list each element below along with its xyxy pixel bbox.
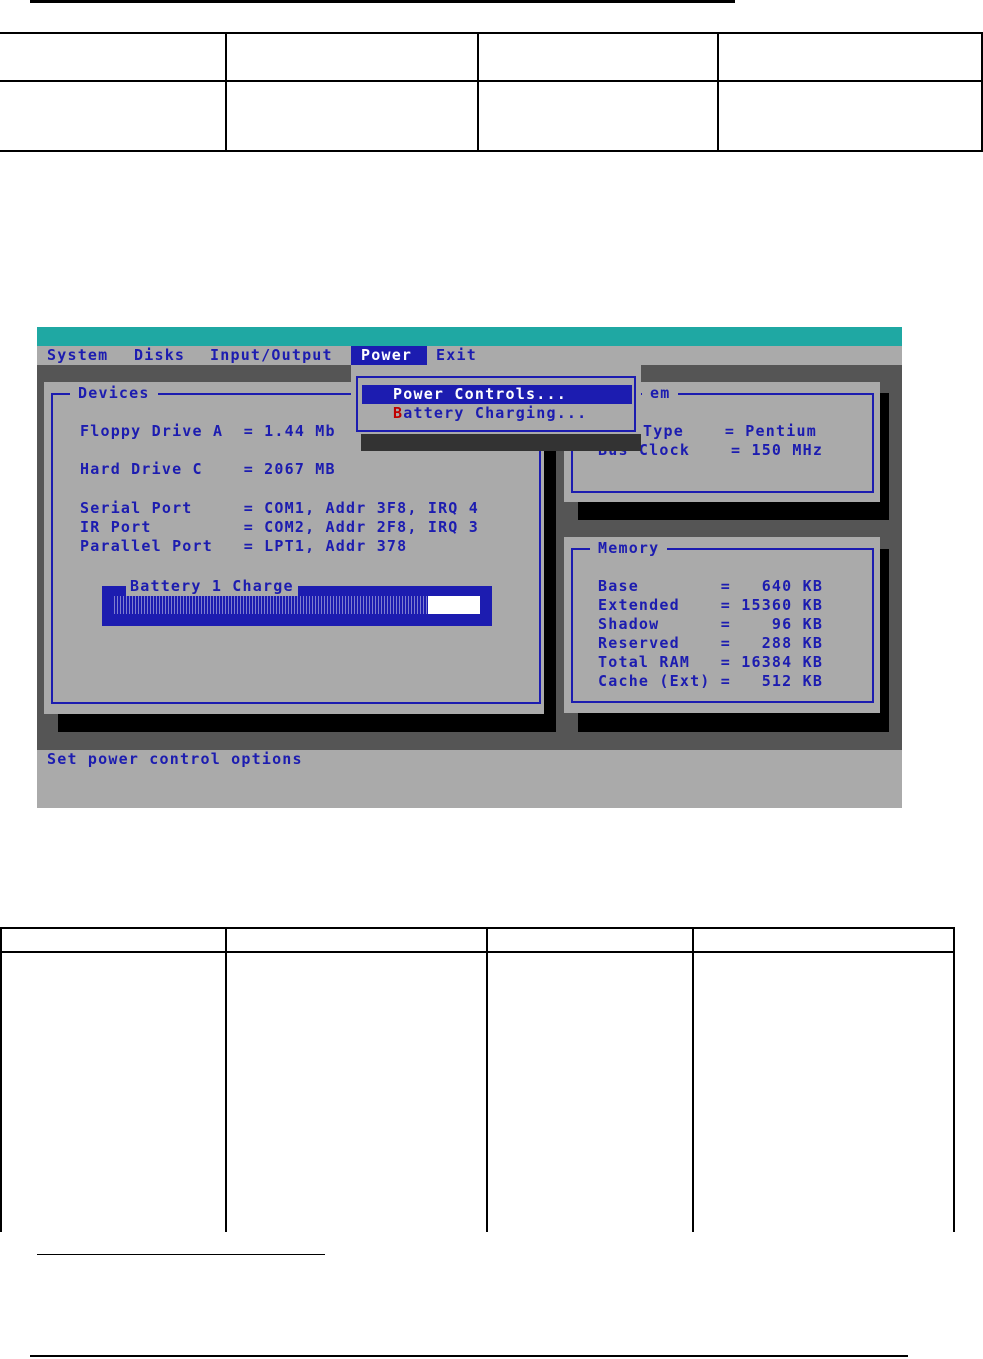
bios-setup-screenshot: System Disks Input/Output Power Exit Dev… bbox=[37, 327, 902, 808]
memory-row: Base = 640 KB bbox=[598, 577, 824, 595]
device-row: Floppy Drive A = 1.44 Mb bbox=[80, 422, 336, 440]
title-bar bbox=[37, 327, 902, 346]
memory-row: Cache (Ext) = 512 KB bbox=[598, 672, 824, 690]
memory-title: Memory bbox=[590, 539, 668, 558]
menu-input-output[interactable]: Input/Output bbox=[210, 346, 333, 365]
power-dropdown: Power Controls... Battery Charging... bbox=[351, 365, 641, 434]
devices-title: Devices bbox=[70, 384, 158, 403]
dropdown-shadow bbox=[361, 434, 641, 451]
menu-disks[interactable]: Disks bbox=[134, 346, 185, 365]
memory-row: Shadow = 96 KB bbox=[598, 615, 824, 633]
bottom-rule bbox=[30, 1355, 908, 1357]
menu-exit[interactable]: Exit bbox=[436, 346, 477, 365]
menu-item-battery-charging[interactable]: Battery Charging... bbox=[362, 404, 632, 423]
status-bar: Set power control options bbox=[37, 750, 902, 808]
device-row: Serial Port = COM1, Addr 3F8, IRQ 4 bbox=[80, 499, 479, 517]
memory-panel: Memory Base = 640 KB Extended = 15360 KB… bbox=[564, 537, 880, 713]
device-row: IR Port = COM2, Addr 2F8, IRQ 3 bbox=[80, 518, 479, 536]
menu-item-power-controls[interactable]: Power Controls... bbox=[362, 385, 632, 404]
memory-row: Extended = 15360 KB bbox=[598, 596, 824, 614]
menu-power[interactable]: Power bbox=[351, 346, 427, 365]
battery-charging-label: Battery Charging... bbox=[393, 404, 587, 423]
power-controls-label: Power Controls... bbox=[393, 385, 567, 403]
footnote-separator bbox=[37, 1254, 325, 1255]
hotkey-letter: B bbox=[393, 404, 404, 422]
memory-row: Total RAM = 16384 KB bbox=[598, 653, 824, 671]
battery-charging-text: attery Charging... bbox=[403, 404, 588, 422]
status-text: Set power control options bbox=[47, 750, 303, 768]
menu-system[interactable]: System bbox=[47, 346, 108, 365]
top-rule bbox=[30, 0, 735, 3]
menu-bar: System Disks Input/Output Power Exit bbox=[37, 346, 902, 365]
system-row: Type = Pentium bbox=[643, 422, 817, 440]
battery-fill bbox=[112, 596, 428, 614]
device-row: Hard Drive C = 2067 MB bbox=[80, 460, 336, 478]
battery-title: Battery 1 Charge bbox=[126, 577, 298, 596]
system-title: em bbox=[642, 384, 679, 403]
device-row: Parallel Port = LPT1, Addr 378 bbox=[80, 537, 408, 555]
memory-row: Reserved = 288 KB bbox=[598, 634, 824, 652]
